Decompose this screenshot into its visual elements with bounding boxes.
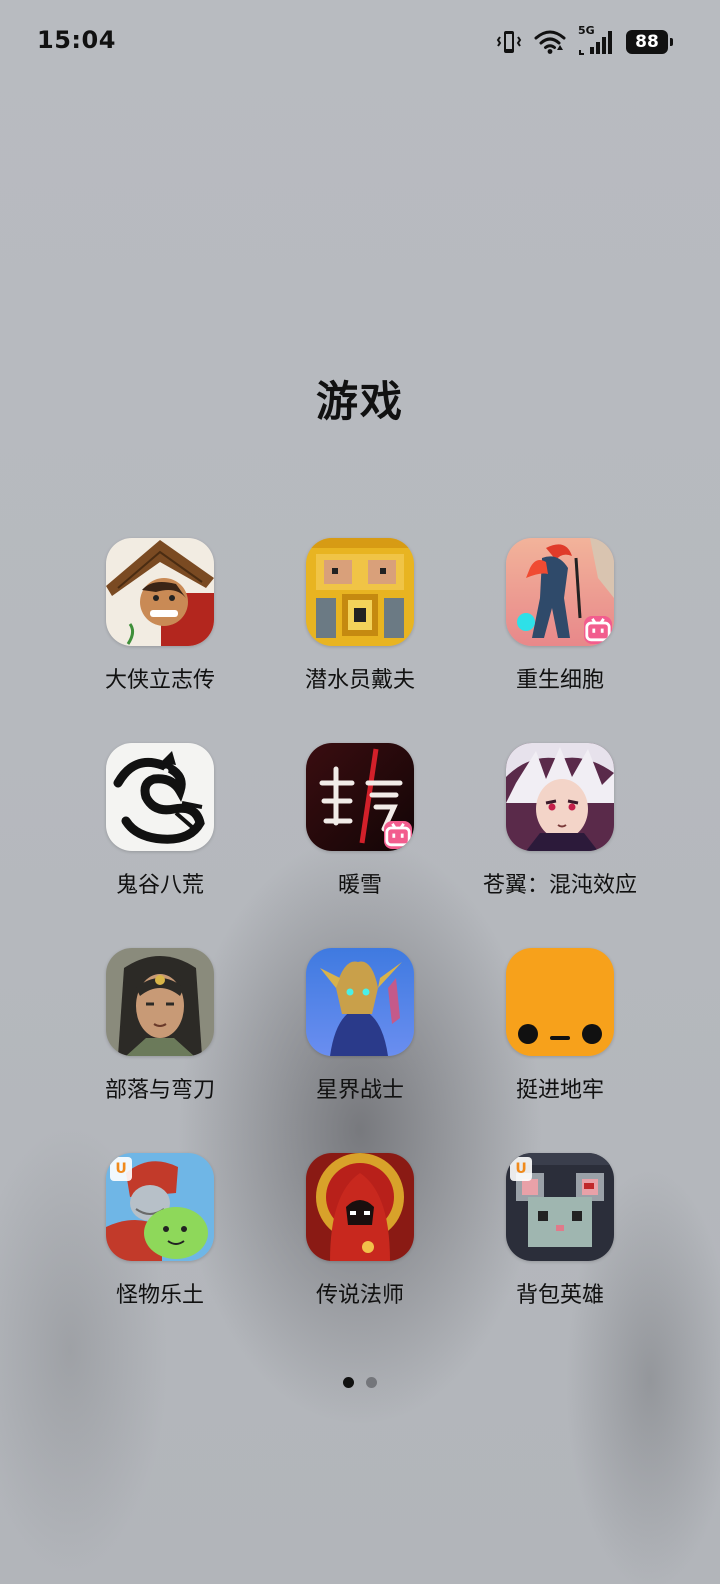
app-label: 怪物乐土	[115, 1283, 204, 1308]
app-label: 背包英雄	[515, 1283, 604, 1308]
status-bar: 15:04 5G 88	[0, 0, 720, 84]
page-dot-1[interactable]	[343, 1377, 354, 1388]
dave-the-diver-icon[interactable]	[306, 538, 414, 646]
u-store-badge-icon: U	[510, 1157, 532, 1181]
blazblue-entropy-effect-icon[interactable]	[506, 743, 614, 851]
app-monster-land[interactable]: U 怪物乐土	[60, 1153, 260, 1358]
app-label: 重生细胞	[515, 668, 604, 693]
app-tribes-and-blades[interactable]: 部落与弯刀	[60, 948, 260, 1153]
app-label: 鬼谷八荒	[115, 873, 204, 898]
backpack-hero-icon[interactable]: U	[506, 1153, 614, 1261]
dead-cells-icon[interactable]	[506, 538, 614, 646]
wuxia-hero-icon[interactable]	[106, 538, 214, 646]
app-wizard-of-legend[interactable]: 传说法师	[260, 1153, 460, 1358]
app-label: 传说法师	[315, 1283, 404, 1308]
app-dead-cells[interactable]: 重生细胞	[460, 538, 660, 743]
app-grid: 大侠立志传 潜水员戴夫 重生细胞 鬼谷八荒 暖雪 苍翼：混沌效应 部落与弯刀 星…	[60, 538, 660, 1358]
app-label: 星界战士	[315, 1078, 404, 1103]
enter-the-gungeon-icon[interactable]	[506, 948, 614, 1056]
app-label: 大侠立志传	[104, 668, 215, 693]
app-astral-warrior[interactable]: 星界战士	[260, 948, 460, 1153]
bilibili-badge-icon	[584, 616, 612, 644]
cellular-5g-icon: 5G	[578, 24, 614, 56]
app-blazblue-entropy-effect[interactable]: 苍翼：混沌效应	[460, 743, 660, 948]
warm-snow-icon[interactable]	[306, 743, 414, 851]
page-dot-2[interactable]	[366, 1377, 377, 1388]
folder-title[interactable]: 游戏	[0, 368, 720, 429]
app-dave-the-diver[interactable]: 潜水员戴夫	[260, 538, 460, 743]
app-warm-snow[interactable]: 暖雪	[260, 743, 460, 948]
app-wuxia-hero[interactable]: 大侠立志传	[60, 538, 260, 743]
app-enter-the-gungeon[interactable]: 挺进地牢	[460, 948, 660, 1153]
battery-level: 88	[635, 32, 659, 52]
app-tale-of-immortal[interactable]: 鬼谷八荒	[60, 743, 260, 948]
wizard-of-legend-icon[interactable]	[306, 1153, 414, 1261]
bilibili-badge-icon	[384, 821, 412, 849]
status-icons: 5G 88	[496, 24, 673, 56]
battery-icon: 88	[626, 30, 673, 54]
tribes-and-blades-icon[interactable]	[106, 948, 214, 1056]
astral-warrior-icon[interactable]	[306, 948, 414, 1056]
tale-of-immortal-icon[interactable]	[106, 743, 214, 851]
monster-land-icon[interactable]: U	[106, 1153, 214, 1261]
u-store-badge-icon: U	[110, 1157, 132, 1181]
vibrate-icon	[496, 28, 522, 56]
app-label: 苍翼：混沌效应	[482, 873, 637, 898]
app-label: 挺进地牢	[515, 1078, 604, 1103]
app-label: 潜水员戴夫	[304, 668, 415, 693]
wifi-icon	[534, 29, 566, 55]
app-label: 部落与弯刀	[104, 1078, 215, 1103]
app-backpack-hero[interactable]: U 背包英雄	[460, 1153, 660, 1358]
page-indicator[interactable]	[0, 1377, 720, 1388]
app-label: 暖雪	[337, 873, 382, 898]
status-time: 15:04	[37, 26, 116, 54]
